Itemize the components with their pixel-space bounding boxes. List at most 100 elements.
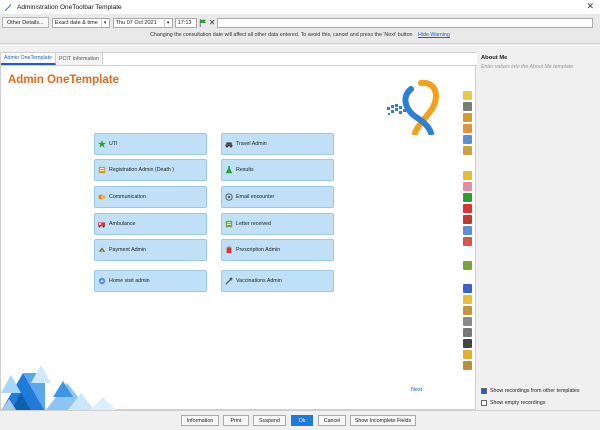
person-icon[interactable] — [463, 182, 472, 191]
other-details-button[interactable]: Other Details... — [2, 17, 49, 28]
tile-label: Prescription Admin — [236, 247, 281, 253]
window-title: Administration OneToolbar Template — [17, 3, 122, 11]
chevron-down-icon: ▾ — [100, 18, 109, 27]
checkbox-box[interactable] — [481, 388, 487, 394]
prescription-icon — [226, 246, 232, 254]
register-icon — [98, 166, 106, 174]
checkbox-label: Show recordings from other templates — [490, 388, 580, 394]
tile-label: Travel Admin — [236, 141, 267, 147]
suspend-button[interactable]: Suspend — [253, 415, 286, 426]
letter-icon — [225, 220, 233, 228]
tile-label: Ambulance — [109, 221, 136, 227]
email-icon — [225, 193, 233, 201]
email-icon[interactable] — [463, 124, 472, 133]
print-button[interactable]: Print — [223, 415, 249, 426]
tile-label: Communication — [109, 194, 146, 200]
home-visit-icon — [98, 277, 106, 285]
tile-label: Vaccinations Admin — [236, 278, 282, 284]
consultation-toolbar: Other Details... Exact date & time ▾ Thu… — [0, 14, 600, 44]
car-icon[interactable] — [463, 339, 472, 348]
tile-vaccinations-admin[interactable]: Vaccinations Admin — [221, 270, 334, 292]
note-icon[interactable] — [463, 91, 472, 100]
panel-header: About Me — [481, 55, 508, 61]
checklist-icon[interactable] — [463, 135, 472, 144]
tab-admin-onetemplate[interactable]: Admin OneTemplate — [1, 53, 56, 65]
tag-icon[interactable] — [463, 215, 472, 224]
panel-subtitle: Enter values into the About Me template — [481, 64, 574, 70]
decorative-triangles — [1, 365, 117, 411]
tile-label: Payment Admin — [109, 247, 147, 253]
tile-letter-received[interactable]: Letter received — [221, 213, 334, 235]
tile-label: Registration Admin (Death ) — [109, 167, 175, 173]
star-icon — [98, 140, 106, 148]
app-icon — [4, 3, 12, 11]
tile-home-visit-admin[interactable]: Home visit admin — [94, 270, 207, 292]
template-panel: Admin OneTemplate PCIT Information Admin… — [0, 52, 477, 411]
tile-communication[interactable]: Communication — [94, 186, 207, 208]
trophy-icon[interactable] — [463, 350, 472, 359]
next-link[interactable]: Next — [411, 387, 422, 393]
tile-label: Results — [236, 167, 254, 173]
tile-label: Letter received — [236, 221, 272, 227]
ruler-icon[interactable] — [463, 113, 472, 122]
badge-icon[interactable] — [463, 171, 472, 180]
tile-prescription-admin[interactable]: Prescription Admin — [221, 239, 334, 261]
tile-label: Email encounter — [236, 194, 275, 200]
document-icon[interactable] — [463, 146, 472, 155]
star-yellow-icon[interactable] — [463, 295, 472, 304]
clipboard-icon[interactable] — [463, 226, 472, 235]
clear-icon[interactable]: ✕ — [209, 18, 216, 27]
date-mode-select[interactable]: Exact date & time ▾ — [51, 17, 110, 28]
tile-results[interactable]: Results — [221, 159, 334, 181]
tile-email-encounter[interactable]: Email encounter — [221, 186, 334, 208]
information-button[interactable]: Information — [181, 415, 219, 426]
date-picker[interactable]: Thu 07 Oct 2021 ▾ — [112, 17, 173, 28]
payment-icon — [98, 247, 106, 252]
consultation-text-field[interactable] — [217, 17, 594, 28]
target-icon[interactable] — [463, 317, 472, 326]
chevron-down-icon: ▾ — [163, 18, 172, 27]
hide-warning-link[interactable]: Hide Warning — [418, 32, 450, 38]
scales-icon[interactable] — [463, 328, 472, 337]
tab-pcit-information[interactable]: PCIT Information — [56, 53, 103, 65]
bus-icon[interactable] — [463, 102, 472, 111]
ok-button[interactable]: Ok — [291, 415, 313, 426]
tile-label: Home visit admin — [109, 278, 150, 284]
page-title: Admin OneTemplate — [8, 74, 119, 86]
about-me-panel: About Me Enter values into the About Me … — [478, 52, 600, 410]
date-mode-value: Exact date & time — [54, 19, 98, 26]
tile-registration-admin[interactable]: Registration Admin (Death ) — [94, 159, 207, 181]
checkbox-box[interactable] — [481, 400, 487, 406]
checkbox-label: Show empty recordings — [490, 400, 546, 406]
time-field[interactable]: 17:13 — [174, 17, 197, 28]
close-window-button[interactable]: ✕ — [586, 1, 594, 12]
cancel-button[interactable]: Cancel — [318, 415, 346, 426]
stack-icon[interactable] — [463, 361, 472, 370]
chart-icon[interactable] — [463, 193, 472, 202]
tile-label: UTI — [109, 141, 118, 147]
syringe-icon — [225, 277, 233, 285]
show-empty-recordings-checkbox[interactable]: Show empty recordings — [481, 400, 545, 406]
tile-payment-admin[interactable]: Payment Admin — [94, 239, 207, 261]
date-value: Thu 07 Oct 2021 — [115, 19, 157, 26]
flask-icon — [225, 166, 233, 174]
speech-icon — [98, 194, 106, 200]
scroll-icon[interactable] — [463, 306, 472, 315]
pharmacy-icon[interactable] — [463, 237, 472, 246]
list-icon[interactable] — [463, 261, 472, 270]
star-blue-icon[interactable] — [463, 284, 472, 293]
green-flag-icon[interactable] — [199, 18, 207, 27]
tile-uti[interactable]: UTI — [94, 133, 207, 155]
tile-travel-admin[interactable]: Travel Admin — [221, 133, 334, 155]
title-bar: Administration OneToolbar Template ✕ — [0, 0, 600, 14]
show-other-templates-checkbox[interactable]: Show recordings from other templates — [481, 388, 580, 394]
show-incomplete-fields-button[interactable]: Show Incomplete Fields — [350, 415, 416, 426]
template-tabs: Admin OneTemplate PCIT Information — [1, 53, 477, 66]
date-warning-text: Changing the consultation date will affe… — [150, 32, 413, 38]
ribbon-logo — [387, 79, 439, 135]
ambulance-icon — [98, 222, 106, 228]
footer-bar: Information Print Suspend Ok Cancel Show… — [0, 410, 600, 430]
date-warning: Changing the consultation date will affe… — [0, 32, 600, 38]
tile-ambulance[interactable]: Ambulance — [94, 213, 207, 235]
star-icon[interactable] — [463, 204, 472, 213]
